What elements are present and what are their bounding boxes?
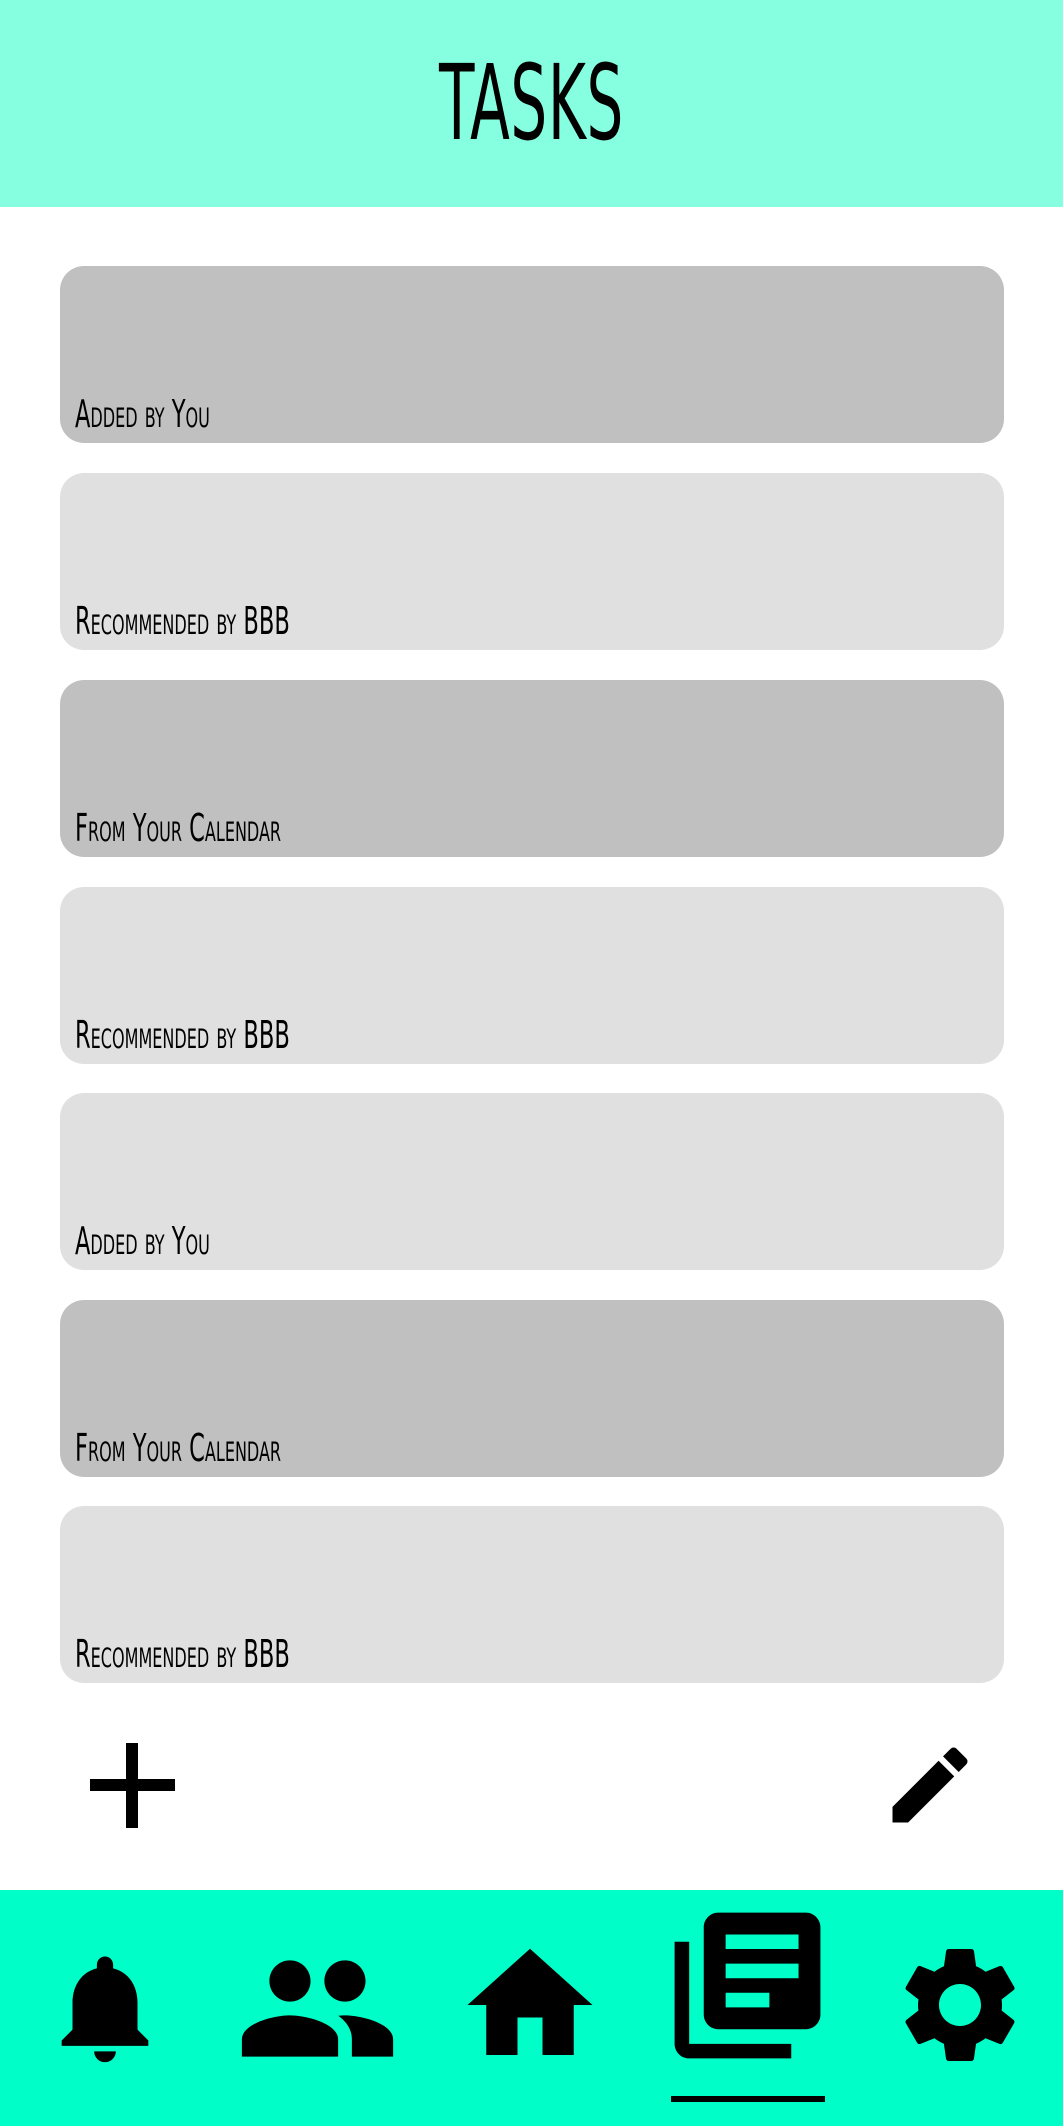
task-source-label: From Your Calendar: [75, 806, 282, 850]
task-card[interactable]: Added by You: [60, 266, 1004, 443]
nav-people[interactable]: [235, 1890, 400, 2126]
edit-tasks-button[interactable]: [880, 1735, 980, 1835]
task-card[interactable]: From Your Calendar: [60, 1300, 1004, 1477]
bottom-nav: [0, 1890, 1063, 2126]
task-list: Added by You Recommended by BBB From You…: [0, 0, 1063, 1700]
task-source-label: Added by You: [75, 1219, 210, 1263]
active-tab-indicator: [671, 2096, 825, 2102]
nav-notifications[interactable]: [40, 1890, 170, 2126]
nav-settings[interactable]: [890, 1890, 1030, 2126]
nav-tasks[interactable]: [660, 1890, 835, 2126]
home-icon: [467, 1948, 593, 2055]
gear-icon: [905, 1949, 1015, 2061]
task-source-label: From Your Calendar: [75, 1426, 282, 1470]
task-source-label: Recommended by BBB: [75, 1013, 290, 1057]
task-card[interactable]: Added by You: [60, 1093, 1004, 1270]
task-card[interactable]: Recommended by BBB: [60, 1506, 1004, 1683]
task-source-label: Recommended by BBB: [75, 599, 290, 643]
task-source-label: Added by You: [75, 392, 210, 436]
task-source-label: Recommended by BBB: [75, 1632, 290, 1676]
pencil-icon: [892, 1747, 968, 1823]
nav-home[interactable]: [455, 1890, 605, 2126]
bell-icon: [61, 1956, 149, 2063]
task-card[interactable]: Recommended by BBB: [60, 887, 1004, 1064]
people-icon: [241, 1960, 394, 2057]
tasks-icon: [674, 1912, 821, 2059]
add-task-button[interactable]: [85, 1738, 180, 1833]
task-card[interactable]: Recommended by BBB: [60, 473, 1004, 650]
plus-icon: [90, 1743, 175, 1828]
task-card[interactable]: From Your Calendar: [60, 680, 1004, 857]
